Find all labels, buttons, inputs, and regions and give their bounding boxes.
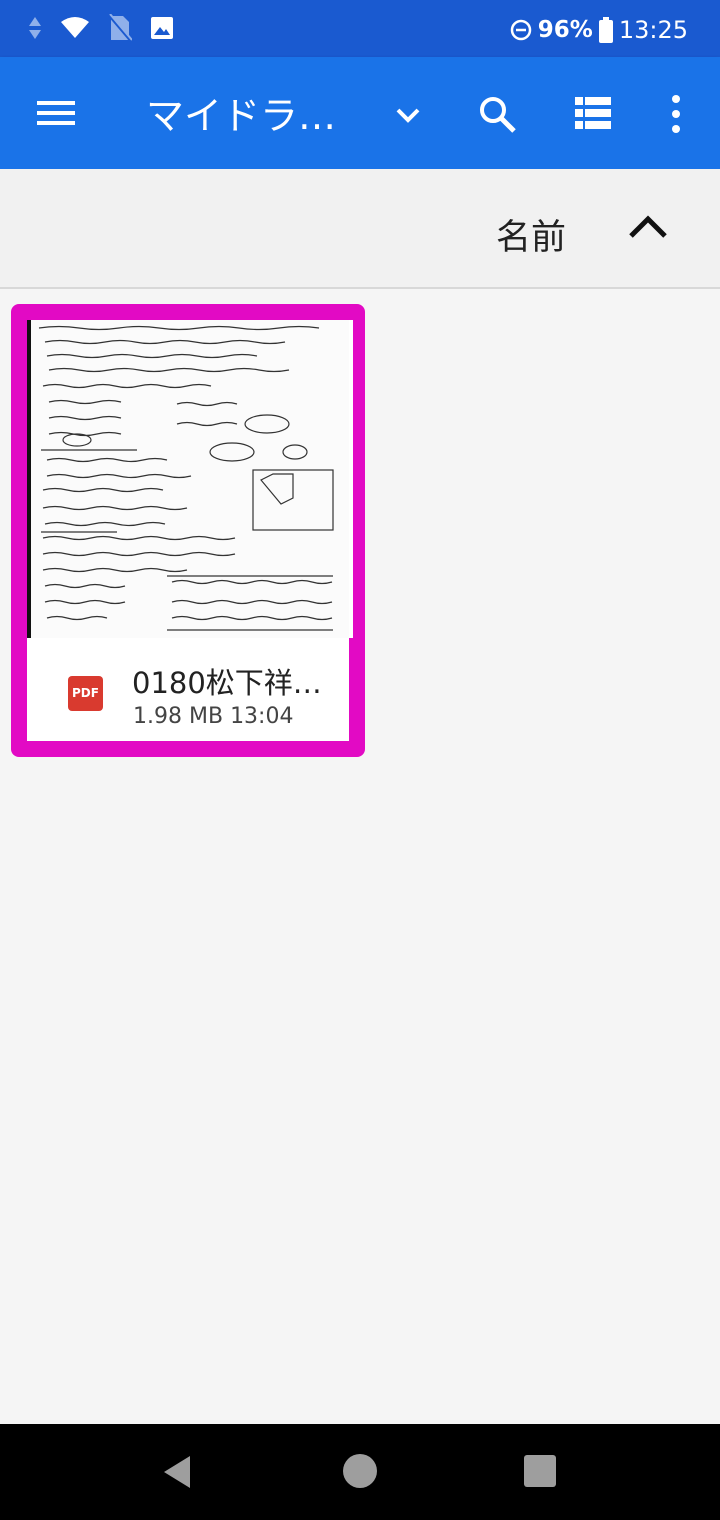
pdf-file-icon: PDF: [68, 676, 103, 711]
list-view-icon[interactable]: [574, 95, 612, 131]
battery-icon: [598, 17, 613, 43]
file-thumbnail: [27, 320, 353, 638]
no-sim-icon: [108, 14, 132, 42]
status-icons-right: 96% 13:25: [510, 16, 688, 44]
sort-label[interactable]: 名前: [496, 209, 566, 260]
battery-percent: 96%: [537, 17, 593, 43]
do-not-disturb-icon: [510, 19, 532, 41]
status-bar: 96% 13:25: [0, 0, 720, 57]
system-nav-bar: [0, 1424, 720, 1520]
chevron-down-icon[interactable]: [388, 95, 428, 135]
drive-title[interactable]: マイドラ…: [146, 85, 346, 140]
file-card-body: PDF 0180松下祥… 1.98 MB 13:04: [27, 320, 353, 741]
chevron-up-icon[interactable]: [626, 211, 670, 241]
handwritten-page-thumbnail: [38, 325, 334, 631]
clock: 13:25: [618, 16, 688, 44]
file-meta: 1.98 MB 13:04: [133, 704, 293, 729]
more-vert-icon[interactable]: [664, 93, 688, 135]
menu-icon[interactable]: [34, 93, 78, 133]
home-icon[interactable]: [343, 1454, 377, 1488]
file-card[interactable]: PDF 0180松下祥… 1.98 MB 13:04: [11, 304, 365, 757]
data-activity-icon: [29, 17, 41, 39]
file-size: 1.98 MB: [133, 704, 224, 729]
status-icons-left: [28, 14, 174, 42]
file-name: 0180松下祥…: [132, 666, 322, 700]
back-icon[interactable]: [160, 1454, 196, 1490]
recents-icon[interactable]: [524, 1455, 556, 1487]
file-time: 13:04: [230, 704, 294, 729]
sort-bar: 名前: [0, 169, 720, 289]
search-icon[interactable]: [476, 93, 518, 135]
app-bar: マイドラ…: [0, 57, 720, 169]
wifi-icon: [61, 17, 89, 38]
image-notification-icon: [151, 17, 173, 39]
